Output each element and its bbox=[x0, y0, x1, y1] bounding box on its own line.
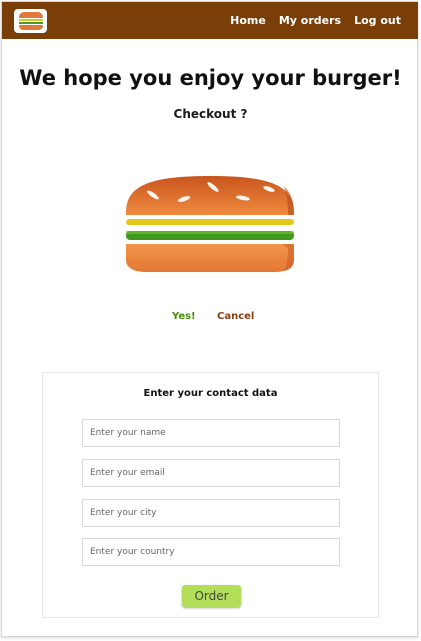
contact-form-card: Enter your contact data Order bbox=[42, 372, 379, 618]
name-input[interactable] bbox=[82, 419, 340, 447]
city-input[interactable] bbox=[82, 499, 340, 527]
burger-illustration bbox=[126, 176, 294, 272]
nav-home-link[interactable]: Home bbox=[230, 14, 266, 28]
contact-form-title: Enter your contact data bbox=[143, 388, 278, 399]
cancel-button[interactable]: Cancel bbox=[217, 311, 254, 322]
email-input[interactable] bbox=[82, 459, 340, 487]
yes-button[interactable]: Yes! bbox=[172, 311, 196, 322]
page-title: We hope you enjoy your burger! bbox=[19, 66, 402, 90]
order-button[interactable]: Order bbox=[182, 585, 241, 607]
nav-my-orders-link[interactable]: My orders bbox=[279, 14, 341, 28]
nav-links: Home My orders Log out bbox=[230, 14, 401, 28]
top-navbar: Home My orders Log out bbox=[2, 2, 418, 39]
country-input[interactable] bbox=[82, 538, 340, 566]
checkout-prompt: Checkout ? bbox=[173, 107, 248, 121]
nav-logout-link[interactable]: Log out bbox=[354, 14, 401, 28]
burger-logo-icon[interactable] bbox=[14, 9, 47, 33]
